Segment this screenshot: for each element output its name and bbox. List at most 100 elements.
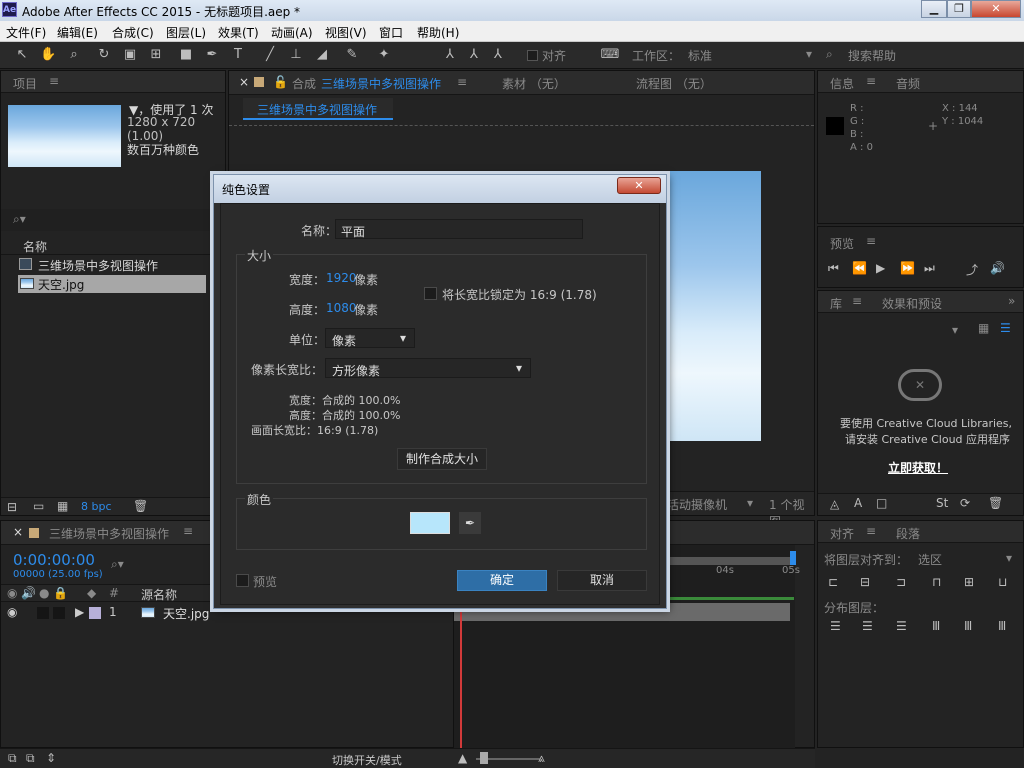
make-comp-size-button[interactable]: 制作合成大小 bbox=[397, 448, 487, 470]
new-composition-icon[interactable]: ▦ bbox=[57, 499, 68, 513]
clone-stamp-tool-icon[interactable]: ⊥ bbox=[288, 47, 304, 63]
add-graphic-icon[interactable]: ◬ bbox=[830, 497, 839, 511]
add-text-icon[interactable]: A bbox=[854, 496, 862, 510]
panel-menu-icon[interactable]: ≡ bbox=[457, 75, 467, 89]
name-column-header[interactable]: 名称 bbox=[23, 238, 47, 255]
previous-frame-icon[interactable]: ⏪ bbox=[852, 261, 867, 275]
lock-aspect-checkbox[interactable] bbox=[424, 287, 437, 300]
eraser-tool-icon[interactable]: ◢ bbox=[314, 47, 330, 63]
comp-mini-flowchart-icon[interactable]: ⧉ bbox=[8, 751, 17, 766]
maximize-button[interactable]: ❐ bbox=[947, 0, 971, 18]
project-tab[interactable]: 项目 bbox=[13, 75, 37, 92]
composition-breadcrumb[interactable]: 三维场景中多视图操作 bbox=[243, 98, 393, 120]
menu-layer[interactable]: 图层(L) bbox=[166, 24, 206, 41]
lock-toggle[interactable] bbox=[53, 607, 65, 619]
dialog-title-bar[interactable]: 纯色设置 ✕ bbox=[214, 175, 666, 203]
preview-checkbox[interactable] bbox=[236, 574, 249, 587]
tab-footage[interactable]: 素材 （无） bbox=[502, 75, 566, 92]
distribute-right-icon[interactable]: Ⅲ bbox=[998, 619, 1006, 633]
tab-composition[interactable]: 合成 bbox=[292, 75, 316, 92]
rotate-tool-icon[interactable]: ↻ bbox=[96, 47, 112, 63]
bpc-label[interactable]: 8 bpc bbox=[81, 500, 112, 513]
project-item-sky[interactable]: 天空.jpg bbox=[18, 275, 206, 293]
close-tab-icon[interactable]: × bbox=[239, 75, 249, 89]
align-to-select[interactable]: 选区 ▾ bbox=[918, 551, 1018, 568]
add-color-icon[interactable]: □ bbox=[876, 496, 887, 510]
pixel-aspect-select[interactable]: 方形像素 ▾ bbox=[325, 358, 531, 378]
tab-info[interactable]: 信息 bbox=[830, 75, 854, 92]
color-swatch[interactable] bbox=[410, 512, 450, 534]
panel-menu-icon[interactable]: ≡ bbox=[852, 294, 862, 308]
eyedropper-icon[interactable]: ✒ bbox=[459, 512, 481, 534]
dialog-close-button[interactable]: ✕ bbox=[617, 177, 661, 194]
render-icon[interactable]: ⧉ bbox=[26, 751, 35, 766]
align-center-v-icon[interactable]: ⊞ bbox=[964, 575, 974, 589]
layer-name[interactable]: 天空.jpg bbox=[163, 605, 209, 622]
trash-icon[interactable]: 🗑 bbox=[988, 496, 1003, 510]
axis-world-icon[interactable]: ⅄ bbox=[466, 47, 482, 63]
close-window-button[interactable]: ✕ bbox=[971, 0, 1021, 18]
search-icon[interactable]: ⌕▾ bbox=[111, 557, 124, 572]
audio-icon[interactable]: 🔊 bbox=[990, 261, 1005, 275]
cancel-button[interactable]: 取消 bbox=[557, 570, 647, 591]
distribute-center-v-icon[interactable]: ☰ bbox=[862, 619, 873, 633]
menu-help[interactable]: 帮助(H) bbox=[417, 24, 459, 41]
roto-brush-tool-icon[interactable]: ✎ bbox=[344, 47, 360, 63]
tab-effects-presets[interactable]: 效果和预设 bbox=[882, 295, 942, 312]
expand-triangle-icon[interactable]: ▶ bbox=[75, 605, 84, 619]
align-left-icon[interactable]: ⊏ bbox=[828, 575, 838, 589]
puppet-tool-icon[interactable]: ✦ bbox=[376, 47, 392, 63]
first-frame-icon[interactable]: ⏮ bbox=[828, 261, 839, 276]
tab-flowchart[interactable]: 流程图 （无） bbox=[636, 75, 712, 92]
work-area-end-handle[interactable] bbox=[790, 551, 796, 565]
minimize-button[interactable]: ▁ bbox=[921, 0, 947, 18]
tab-audio[interactable]: 音频 bbox=[896, 75, 920, 92]
align-top-icon[interactable]: ⊓ bbox=[932, 575, 941, 589]
distribute-top-icon[interactable]: ☰ bbox=[830, 619, 841, 633]
axis-view-icon[interactable]: ⅄ bbox=[490, 47, 506, 63]
menu-composition[interactable]: 合成(C) bbox=[112, 24, 154, 41]
current-timecode[interactable]: 0:00:00:00 bbox=[13, 551, 95, 569]
layer-label-color[interactable] bbox=[89, 607, 101, 619]
next-frame-icon[interactable]: ⏩ bbox=[900, 261, 915, 275]
distribute-center-h-icon[interactable]: Ⅲ bbox=[964, 619, 972, 633]
project-search-bar[interactable]: ⌕▾ bbox=[1, 209, 225, 231]
timeline-tab-name[interactable]: 三维场景中多视图操作 bbox=[49, 525, 169, 542]
menu-effect[interactable]: 效果(T) bbox=[218, 24, 259, 41]
close-tab-icon[interactable]: × bbox=[13, 525, 23, 539]
menu-window[interactable]: 窗口 bbox=[379, 24, 403, 41]
search-help-input[interactable]: 搜索帮助 bbox=[848, 47, 896, 64]
new-folder-icon[interactable]: ▭ bbox=[33, 499, 44, 513]
stock-icon[interactable]: St bbox=[936, 496, 948, 510]
align-right-icon[interactable]: ⊐ bbox=[896, 575, 906, 589]
get-it-now-link[interactable]: 立即获取！ bbox=[888, 459, 948, 476]
playhead[interactable] bbox=[460, 605, 462, 749]
brush-tool-icon[interactable]: ╱ bbox=[262, 47, 278, 63]
interpret-footage-icon[interactable]: ⊟ bbox=[7, 500, 17, 514]
align-bottom-icon[interactable]: ⊔ bbox=[998, 575, 1007, 589]
ok-button[interactable]: 确定 bbox=[457, 570, 547, 591]
panel-menu-icon[interactable]: ≡ bbox=[866, 234, 876, 248]
pan-behind-tool-icon[interactable]: ⊞ bbox=[148, 47, 164, 63]
units-select[interactable]: 像素 ▾ bbox=[325, 328, 415, 348]
project-item-comp[interactable]: 三维场景中多视图操作 bbox=[1, 256, 225, 274]
last-frame-icon[interactable]: ⏭ bbox=[924, 261, 935, 276]
chevron-down-icon[interactable]: ▾ bbox=[952, 323, 958, 337]
panel-menu-icon[interactable]: ≡ bbox=[866, 524, 876, 538]
tab-composition-name[interactable]: 三维场景中多视图操作 bbox=[321, 75, 441, 92]
menu-view[interactable]: 视图(V) bbox=[325, 24, 367, 41]
sync-icon[interactable]: ⟳ bbox=[960, 496, 970, 510]
pen-tool-icon[interactable]: ✒ bbox=[204, 47, 220, 63]
workspace-select[interactable]: 标准 ▾ bbox=[688, 47, 818, 64]
frame-blend-icon[interactable]: ⇕ bbox=[46, 751, 56, 765]
zoom-out-icon[interactable]: ▲ bbox=[458, 751, 467, 765]
type-tool-icon[interactable]: T bbox=[230, 47, 246, 63]
rectangle-tool-icon[interactable]: ■ bbox=[178, 47, 194, 63]
panel-menu-icon[interactable]: ≡ bbox=[866, 74, 876, 88]
zoom-slider-thumb[interactable] bbox=[480, 752, 488, 764]
align-center-h-icon[interactable]: ⊟ bbox=[860, 575, 870, 589]
grid-view-icon[interactable]: ▦ bbox=[978, 321, 989, 335]
height-value[interactable]: 1080 bbox=[326, 301, 357, 315]
menu-animation[interactable]: 动画(A) bbox=[271, 24, 313, 41]
axis-local-icon[interactable]: ⅄ bbox=[442, 47, 458, 63]
